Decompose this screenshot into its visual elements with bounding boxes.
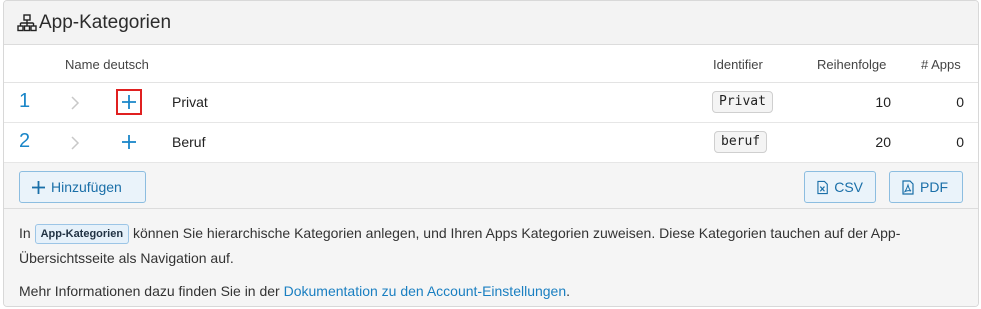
chevron-right-icon[interactable]	[68, 133, 82, 153]
column-header-identifier[interactable]: Identifier	[713, 57, 763, 72]
plus-icon	[32, 180, 45, 194]
apps-count: 0	[956, 94, 964, 110]
plus-icon	[122, 95, 136, 109]
identifier-badge: beruf	[714, 131, 768, 153]
identifier-badge: Privat	[712, 91, 773, 113]
info-text: Übersichtsseite als Navigation auf.	[19, 250, 234, 266]
info-paragraph: In App-Kategorien können Sie hierarchisc…	[19, 221, 963, 271]
add-button-label: Hinzufügen	[51, 179, 122, 195]
order-value: 10	[875, 94, 891, 110]
info-text: Mehr Informationen dazu finden Sie in de…	[19, 283, 284, 299]
order-value: 20	[875, 134, 891, 150]
panel-header: App-Kategorien	[4, 1, 978, 45]
column-header-name[interactable]: Name deutsch	[65, 57, 149, 72]
info-paragraph: Mehr Informationen dazu finden Sie in de…	[19, 279, 963, 304]
page-title: App-Kategorien	[39, 11, 172, 33]
pdf-button-label: PDF	[920, 179, 948, 195]
documentation-link[interactable]: Dokumentation zu den Account-Einstellung…	[284, 283, 567, 299]
app-categories-chip: App-Kategorien	[34, 224, 130, 244]
info-section: In App-Kategorien können Sie hierarchisc…	[4, 209, 978, 306]
csv-button-label: CSV	[834, 179, 863, 195]
category-name[interactable]: Privat	[172, 94, 208, 110]
pdf-file-icon	[902, 179, 914, 195]
category-name[interactable]: Beruf	[172, 134, 205, 150]
column-header-order[interactable]: Reihenfolge	[817, 57, 886, 72]
app-categories-panel: App-Kategorien Name deutsch Identifier R…	[3, 0, 979, 307]
table-toolbar: Hinzufügen CSV PDF	[4, 163, 978, 209]
table-header: Name deutsch Identifier Reihenfolge # Ap…	[4, 45, 978, 83]
add-button[interactable]: Hinzufügen	[19, 171, 146, 203]
plus-icon	[122, 135, 136, 149]
row-number: 2	[19, 130, 31, 152]
pdf-export-button[interactable]: PDF	[889, 171, 963, 203]
info-text: In	[19, 225, 35, 241]
apps-count: 0	[956, 134, 964, 150]
excel-file-icon	[817, 180, 828, 194]
info-text: .	[566, 283, 571, 299]
row-number: 1	[19, 90, 31, 112]
add-subcategory-button[interactable]	[116, 129, 142, 155]
csv-export-button[interactable]: CSV	[804, 171, 876, 203]
table-row[interactable]: 1 Privat Privat 10 0	[4, 83, 978, 123]
table-row[interactable]: 2 Beruf beruf 20 0	[4, 123, 978, 163]
add-subcategory-button[interactable]	[116, 89, 142, 115]
info-text: können Sie hierarchische Kategorien anle…	[129, 225, 901, 241]
column-header-apps[interactable]: # Apps	[921, 57, 961, 72]
chevron-right-icon[interactable]	[68, 93, 82, 113]
sitemap-icon	[17, 13, 37, 33]
